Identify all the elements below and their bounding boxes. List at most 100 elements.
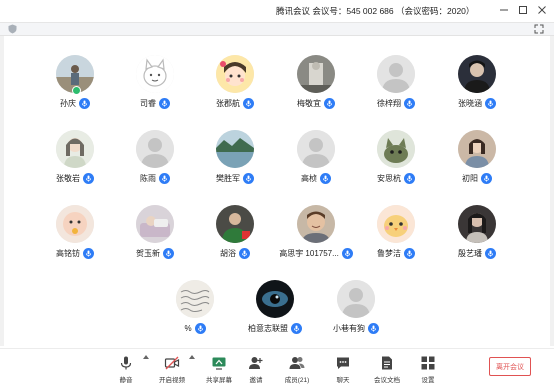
participant-name-row: 鲁梦洁 xyxy=(351,247,441,259)
microphone-icon xyxy=(120,356,132,370)
mic-status-icon xyxy=(159,97,170,109)
avatar xyxy=(337,280,375,318)
meeting-title: 腾讯会议 会议号：545 002 686 （会议密码：2020） xyxy=(276,6,475,16)
participant-name-row: 殷艺璠 xyxy=(432,247,522,259)
participant-tile[interactable]: 小巷有狗 xyxy=(311,280,401,342)
participant-tile[interactable]: 高思宇 101757... xyxy=(271,205,361,267)
participant-tile[interactable]: 张郡航 xyxy=(190,55,280,117)
avatar xyxy=(56,205,94,243)
avatar xyxy=(377,205,415,243)
members-label: 成员(21) xyxy=(284,377,310,384)
fullscreen-icon[interactable] xyxy=(534,24,544,34)
participant-tile[interactable]: 孙庆 xyxy=(30,55,120,117)
mic-status-icon xyxy=(83,247,94,259)
avatar xyxy=(136,55,174,93)
participant-name: 高思宇 101757... xyxy=(279,248,339,258)
participant-name: 高桢 xyxy=(301,173,317,183)
participant-tile[interactable]: 高桢 xyxy=(271,130,361,192)
video-label: 开启视频 xyxy=(159,377,185,384)
avatar xyxy=(458,205,496,243)
participant-name: 鲁梦洁 xyxy=(377,248,401,258)
participant-name-row: 徐梓翔 xyxy=(351,97,441,109)
settings-button[interactable]: 设置 xyxy=(405,355,451,385)
video-button[interactable]: 开启视频 xyxy=(149,355,195,385)
participant-tile[interactable]: % xyxy=(150,280,240,342)
leave-meeting-button[interactable]: 离开会议 xyxy=(489,357,531,376)
participant-tile[interactable]: 陈雨 xyxy=(110,130,200,192)
docs-label: 会议文档 xyxy=(374,377,400,384)
mic-status-icon xyxy=(324,97,335,109)
participant-name-row: 高桢 xyxy=(271,172,361,184)
participant-tile[interactable]: 初阳 xyxy=(432,130,522,192)
avatar xyxy=(256,280,294,318)
host-indicator-icon xyxy=(72,86,81,95)
participant-tile[interactable]: 鲁梦洁 xyxy=(351,205,441,267)
participant-name-row: 高思宇 101757... xyxy=(271,247,361,259)
participant-name-row: 陈雨 xyxy=(110,172,200,184)
left-edge xyxy=(0,36,4,346)
participant-tile[interactable]: 张晓涵 xyxy=(432,55,522,117)
mic-status-icon xyxy=(481,172,492,184)
members-button[interactable]: 成员(21) xyxy=(274,355,320,385)
avatar xyxy=(297,205,335,243)
shield-icon[interactable] xyxy=(8,24,17,34)
participant-name-row: 孙庆 xyxy=(30,97,120,109)
participant-tile[interactable]: 张敬岩 xyxy=(30,130,120,192)
mute-button[interactable]: 静音 xyxy=(103,355,149,385)
docs-button[interactable]: 会议文档 xyxy=(364,355,410,385)
participant-tile[interactable]: 梅敬宜 xyxy=(271,55,361,117)
participant-name-row: 高铭钫 xyxy=(30,247,120,259)
participant-name: 殷艺璠 xyxy=(458,248,482,258)
participant-name-row: 初阳 xyxy=(432,172,522,184)
mic-status-icon xyxy=(159,172,170,184)
right-edge xyxy=(550,36,554,346)
minimize-icon[interactable] xyxy=(497,3,511,17)
participant-tile[interactable]: 高铭钫 xyxy=(30,205,120,267)
participant-tile[interactable]: 徐梓翔 xyxy=(351,55,441,117)
maximize-icon[interactable] xyxy=(516,3,530,17)
mic-status-icon xyxy=(291,322,302,334)
avatar xyxy=(297,130,335,168)
participant-name: % xyxy=(184,323,192,333)
mic-status-icon xyxy=(368,322,379,334)
mic-status-icon xyxy=(163,247,174,259)
members-icon xyxy=(289,357,305,369)
participant-name-row: 樊胜军 xyxy=(190,172,280,184)
chat-button[interactable]: 聊天 xyxy=(320,355,366,385)
participant-tile[interactable]: 胡浴 xyxy=(190,205,280,267)
participant-name-row: 张晓涵 xyxy=(432,97,522,109)
avatar xyxy=(136,205,174,243)
document-icon xyxy=(382,356,392,370)
participant-name-row: 小巷有狗 xyxy=(311,322,401,334)
participant-name: 孙庆 xyxy=(60,98,76,108)
invite-button[interactable]: 邀请 xyxy=(233,355,279,385)
mic-status-icon xyxy=(83,172,94,184)
info-bar xyxy=(0,23,554,36)
participant-tile[interactable]: 司睿 xyxy=(110,55,200,117)
mic-status-icon xyxy=(194,322,206,334)
avatar xyxy=(216,130,254,168)
avatar xyxy=(377,55,415,93)
participant-tile[interactable]: 樊胜军 xyxy=(190,130,280,192)
mic-status-icon xyxy=(243,97,254,109)
participant-tile[interactable]: 安思杭 xyxy=(351,130,441,192)
participant-name: 柏意志联盟 xyxy=(248,323,288,333)
avatar xyxy=(216,55,254,93)
mic-status-icon xyxy=(239,247,250,259)
avatar xyxy=(458,130,496,168)
participant-tile[interactable]: 殷艺璠 xyxy=(432,205,522,267)
participant-tile[interactable]: 贺玉新 xyxy=(110,205,200,267)
mic-status-icon xyxy=(485,247,496,259)
video-options-caret[interactable] xyxy=(189,355,195,359)
participant-name: 梅敬宜 xyxy=(297,98,321,108)
participant-name: 胡浴 xyxy=(220,248,236,258)
add-user-icon xyxy=(249,357,263,369)
grid-settings-icon xyxy=(421,356,435,370)
meeting-toolbar: 静音 开启视频 共享屏幕 邀请 成员(21) 聊天 会议文档 设置 离开会议 xyxy=(0,348,554,386)
participant-tile[interactable]: 柏意志联盟 xyxy=(230,280,320,342)
chat-label: 聊天 xyxy=(336,377,350,384)
participant-name: 小巷有狗 xyxy=(333,323,365,333)
mic-status-icon xyxy=(320,172,331,184)
avatar xyxy=(216,205,254,243)
close-icon[interactable] xyxy=(535,3,549,17)
